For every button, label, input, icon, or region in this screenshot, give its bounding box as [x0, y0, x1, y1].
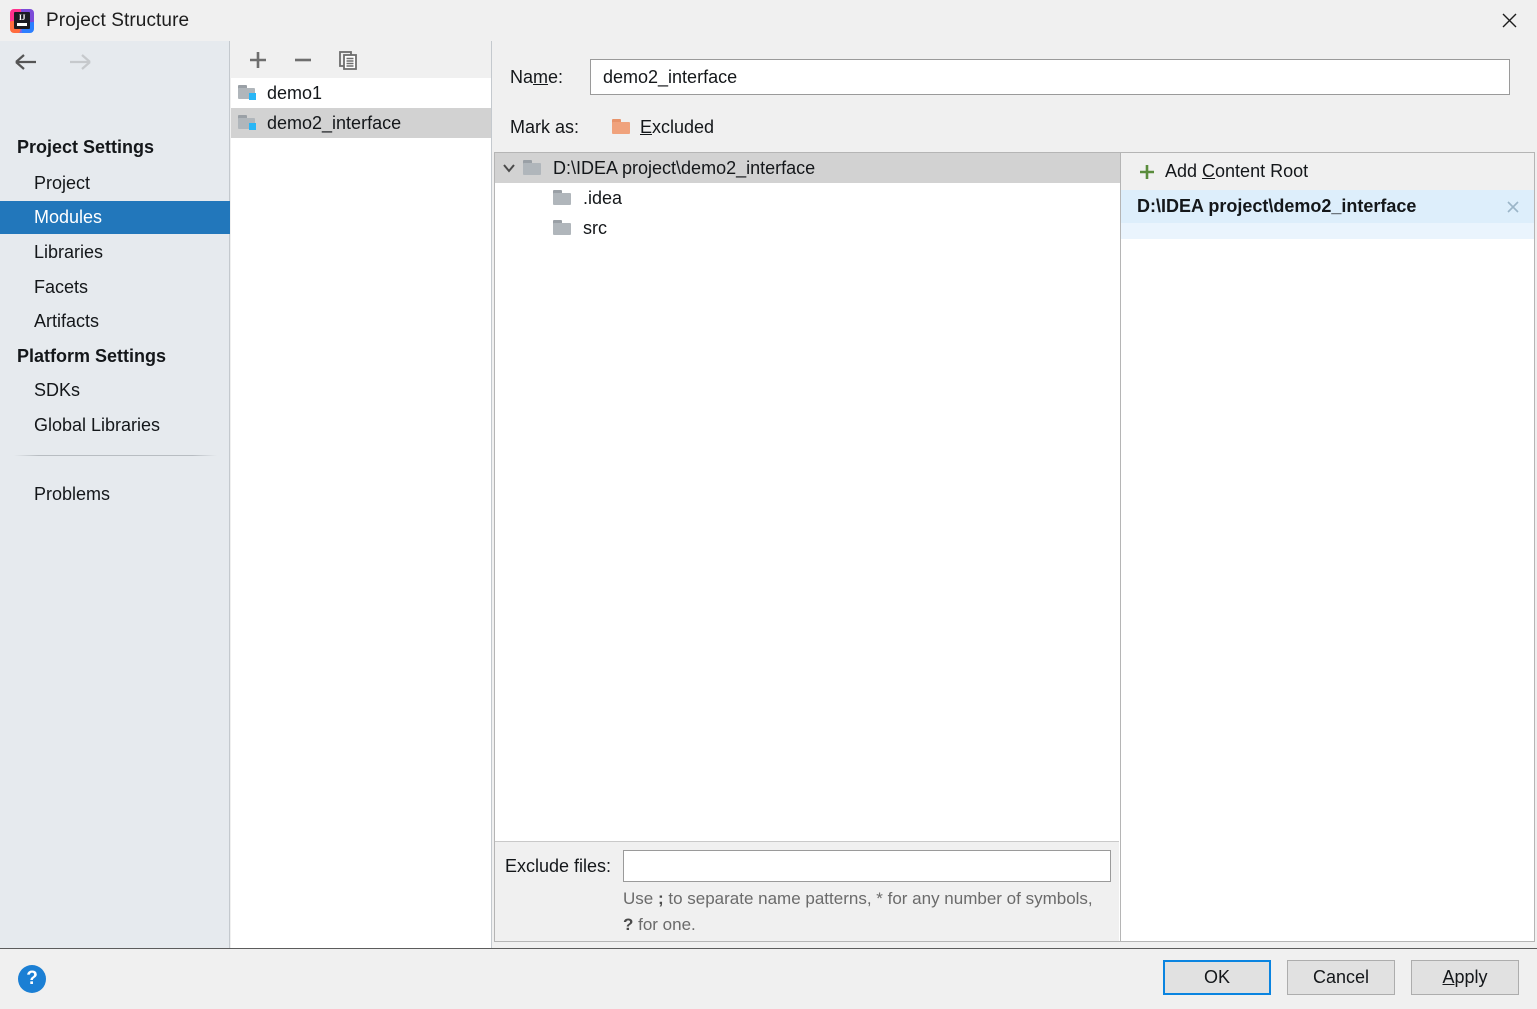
intellij-idea-logo-icon: IJ [9, 8, 35, 34]
tree-row[interactable]: .idea [495, 183, 1120, 213]
apply-label: Apply [1442, 967, 1488, 987]
sidebar-item-libraries[interactable]: Libraries [0, 236, 230, 269]
sidebar-item-artifacts[interactable]: Artifacts [0, 305, 230, 338]
title-bar: IJ Project Structure [0, 0, 1537, 41]
name-row: Name: demo2_interface [492, 55, 1537, 99]
dialog-footer: ? OK Cancel Apply https://blog.csdn.net/… [0, 948, 1537, 1009]
folder-icon [553, 189, 575, 207]
content-root-path: D:\IDEA project\demo2_interface [1137, 196, 1417, 216]
list-item[interactable]: demo1 [231, 78, 491, 108]
sidebar-item-label: Artifacts [34, 311, 100, 331]
content-root-strip [1121, 223, 1534, 239]
modules-panel: demo1 demo2_interface [231, 41, 492, 948]
sidebar-item-problems[interactable]: Problems [0, 478, 230, 511]
exclude-files-section: Exclude files: Use ; to separate name pa… [495, 841, 1119, 941]
module-detail-panel: Name: demo2_interface Mark as: Excluded … [492, 41, 1537, 948]
ok-button[interactable]: OK [1163, 960, 1271, 995]
sidebar-section-project-settings: Project Settings [17, 137, 155, 157]
module-name-value: demo2_interface [603, 66, 738, 87]
plus-icon[interactable] [245, 47, 271, 73]
navigation-arrows [0, 41, 230, 83]
cancel-button[interactable]: Cancel [1287, 960, 1395, 995]
module-folder-icon [238, 114, 260, 132]
folder-icon [523, 159, 545, 177]
sidebar-item-project[interactable]: Project [0, 167, 230, 200]
exclude-files-input[interactable] [623, 850, 1111, 882]
sidebar-item-label: Facets [34, 277, 89, 297]
list-item[interactable]: demo2_interface [231, 108, 491, 138]
plus-green-icon [1137, 162, 1157, 182]
content-split: D:\IDEA project\demo2_interface .idea sr… [494, 152, 1535, 942]
exclude-files-label: Exclude files: [505, 855, 612, 876]
hint-part-2: to separate name patterns, * for any num… [663, 889, 1021, 908]
sidebar-item-label: Project [34, 173, 91, 193]
sidebar-item-label: Modules [34, 207, 103, 227]
sidebar-item-label: Problems [34, 484, 111, 504]
name-label: Name: [510, 66, 564, 87]
hint-part-1: Use [623, 889, 658, 908]
apply-button[interactable]: Apply [1411, 960, 1519, 995]
module-name: demo1 [267, 82, 323, 103]
sidebar-item-global-libraries[interactable]: Global Libraries [0, 409, 230, 442]
module-name: demo2_interface [267, 112, 402, 133]
window-title: Project Structure [46, 9, 190, 31]
modules-toolbar [231, 41, 491, 78]
tree-row[interactable]: D:\IDEA project\demo2_interface [495, 153, 1120, 183]
mark-as-excluded-button[interactable]: Excluded [640, 117, 714, 138]
sidebar-item-facets[interactable]: Facets [0, 271, 230, 304]
mark-as-row: Mark as: Excluded [492, 107, 1537, 147]
cancel-label: Cancel [1312, 967, 1370, 987]
modules-list: demo1 demo2_interface [231, 78, 491, 948]
chevron-down-icon[interactable] [495, 162, 523, 174]
folder-icon [553, 219, 575, 237]
minus-icon[interactable] [290, 47, 316, 73]
tree-child-label: .idea [583, 187, 623, 208]
add-content-root-label: Add Content Root [1165, 161, 1309, 181]
dialog-buttons: OK Cancel Apply [1163, 960, 1519, 995]
sidebar-item-modules[interactable]: Modules [0, 201, 230, 234]
content-root-item[interactable]: D:\IDEA project\demo2_interface [1121, 190, 1534, 223]
content-roots-panel: Add Content Root D:\IDEA project\demo2_i… [1120, 152, 1535, 942]
content-root-tree: D:\IDEA project\demo2_interface .idea sr… [494, 152, 1120, 942]
mark-as-label: Mark as: [510, 116, 580, 137]
project-structure-dialog: IJ Project Structure Project Settings Pr… [0, 0, 1537, 1009]
arrow-left-icon[interactable] [12, 51, 42, 73]
hint-part-4: for one. [633, 915, 696, 934]
sidebar-item-sdks[interactable]: SDKs [0, 374, 230, 407]
tree-root-label: D:\IDEA project\demo2_interface [553, 157, 816, 178]
sidebar-item-label: Global Libraries [34, 415, 161, 435]
hint-question: ? [623, 915, 634, 934]
sidebar-divider [14, 455, 217, 456]
add-content-root-button[interactable]: Add Content Root [1121, 153, 1534, 190]
exclude-files-hint: Use ; to separate name patterns, * for a… [623, 886, 1093, 938]
arrow-right-icon [64, 51, 94, 73]
tree-row[interactable]: src [495, 213, 1120, 243]
sidebar-section-platform-settings: Platform Settings [17, 346, 167, 366]
settings-sidebar: Project Settings Project Modules Librari… [0, 41, 230, 948]
sidebar-item-label: Libraries [34, 242, 104, 262]
excluded-folder-icon [612, 118, 634, 136]
tree-child-label: src [583, 217, 607, 238]
module-name-input[interactable]: demo2_interface [590, 59, 1510, 95]
help-icon[interactable]: ? [18, 965, 46, 993]
module-folder-icon [238, 84, 260, 102]
help-glyph: ? [26, 968, 38, 989]
exclude-files-row: Exclude files: [495, 842, 1119, 884]
close-icon[interactable] [1481, 0, 1537, 41]
hint-part-3: symbols, [1025, 889, 1093, 908]
sidebar-item-label: SDKs [34, 380, 81, 400]
copy-icon[interactable] [335, 47, 361, 73]
ok-label: OK [1203, 967, 1230, 987]
close-icon[interactable] [1502, 196, 1524, 218]
